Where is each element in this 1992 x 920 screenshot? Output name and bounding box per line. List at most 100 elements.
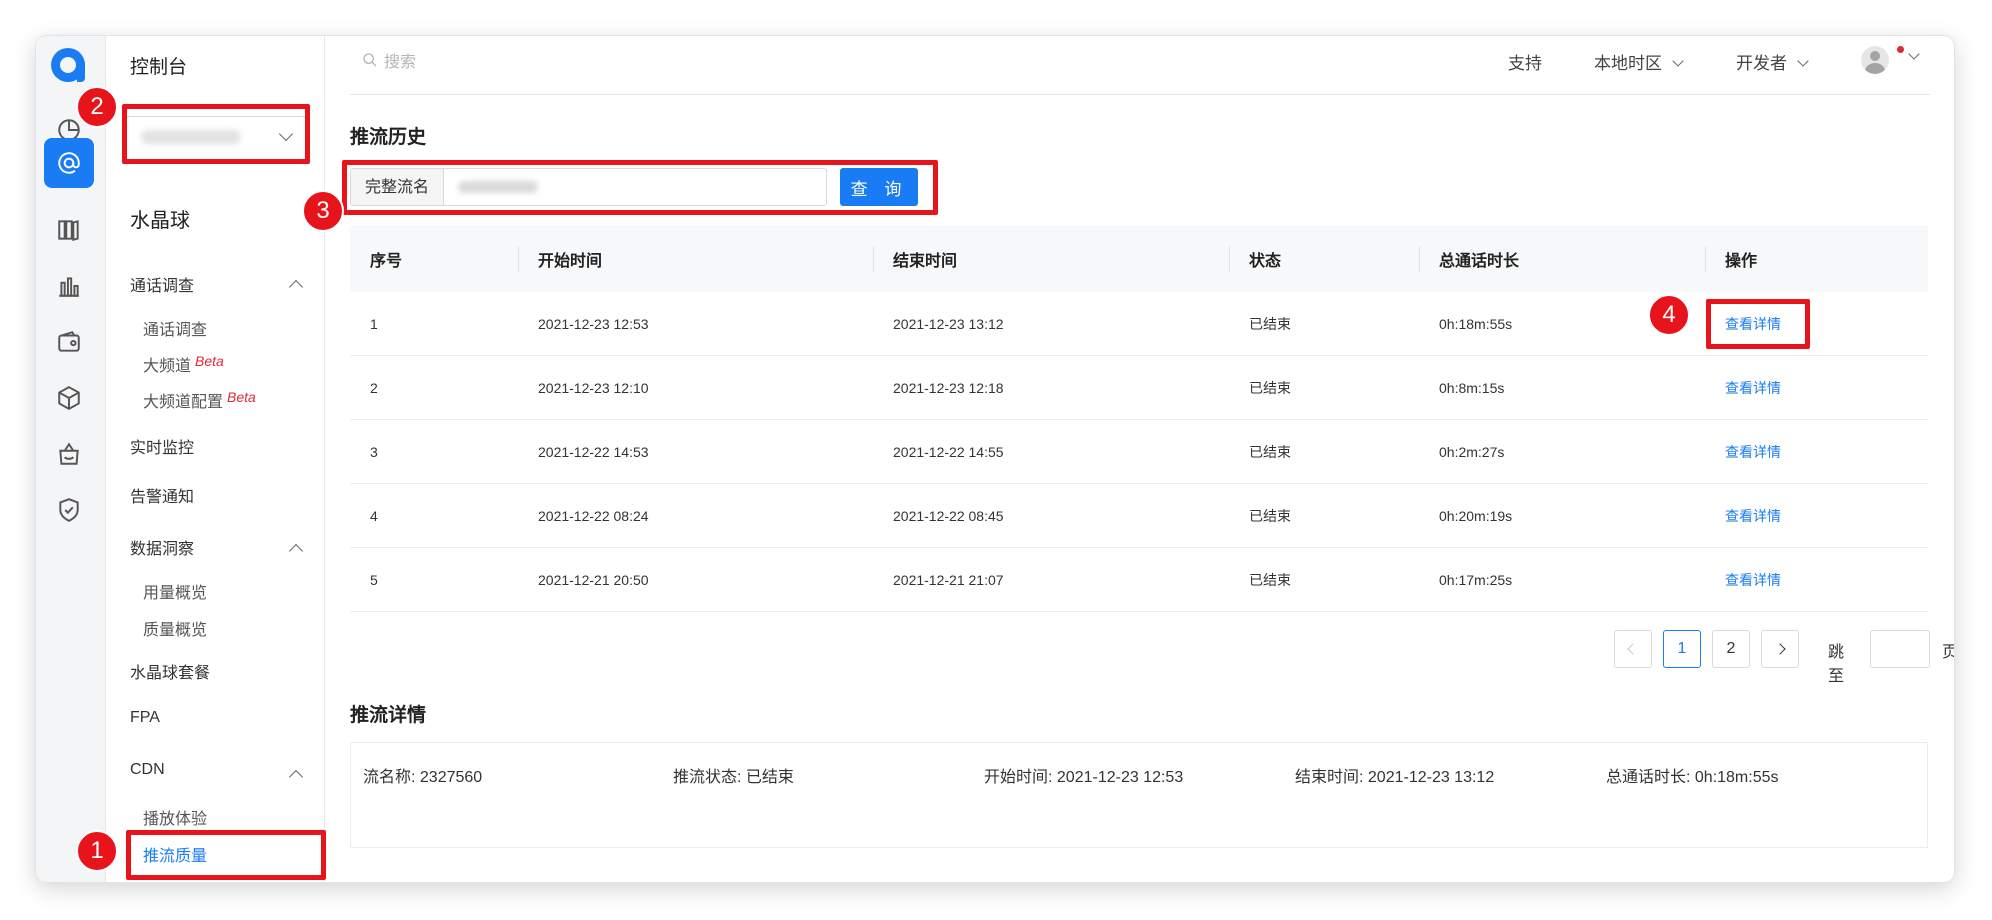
developer-dropdown[interactable]: 开发者 — [1736, 49, 1809, 74]
icon-rail — [36, 36, 106, 882]
notification-dot — [1897, 46, 1904, 53]
sidebar-item-package[interactable]: 水晶球套餐 — [130, 659, 210, 683]
book-icon[interactable] — [51, 212, 87, 248]
sidebar-item-quality-overview[interactable]: 质量概览 — [143, 616, 207, 640]
table-row: 2 2021-12-23 12:10 2021-12-23 12:18 已结束 … — [350, 355, 1928, 420]
sidebar-item-big-channel-config[interactable]: 大频道配置 Beta — [143, 388, 256, 412]
annotation-badge-1: 1 — [76, 830, 118, 872]
sidebar-item-big-channel[interactable]: 大频道 Beta — [143, 352, 224, 376]
cell-duration: 0h:8m:15s — [1439, 379, 1505, 396]
view-details-link[interactable]: 查看详情 — [1725, 444, 1781, 460]
annotation-badge-2: 2 — [76, 86, 118, 128]
search-icon — [363, 53, 377, 67]
sidebar-item-playback-experience[interactable]: 播放体验 — [143, 805, 207, 829]
column-header: 结束时间 — [893, 253, 958, 270]
column-header: 总通话时长 — [1439, 253, 1520, 270]
highlight-view-details — [1706, 299, 1810, 349]
cell-no: 3 — [370, 443, 378, 460]
cube-icon[interactable] — [51, 380, 87, 416]
chevron-down-icon — [1797, 55, 1809, 67]
sidebar-item-usage-overview[interactable]: 用量概览 — [143, 579, 207, 603]
column-header: 操作 — [1725, 253, 1758, 270]
jump-page-input[interactable] — [1870, 630, 1930, 668]
chevron-up-icon[interactable] — [288, 279, 304, 295]
next-page-button[interactable] — [1761, 630, 1799, 668]
annotation-badge-3: 3 — [302, 190, 344, 232]
sidebar-item-realtime-monitor[interactable]: 实时监控 — [130, 434, 194, 458]
chevron-left-icon — [1627, 643, 1639, 655]
history-table: 序号 开始时间 结束时间 状态 总通话时长 操作 1 2021-12-23 12… — [350, 226, 1928, 612]
bar-chart-icon[interactable] — [51, 268, 87, 304]
detail-total-duration: 总通话时长: 0h:18m:55s — [1606, 769, 1779, 786]
cell-end-time: 2021-12-21 21:07 — [893, 571, 1004, 588]
detail-end-time: 结束时间: 2021-12-23 13:12 — [1295, 769, 1495, 786]
cell-end-time: 2021-12-23 12:18 — [893, 379, 1004, 396]
highlight-app-selector — [122, 104, 310, 164]
bag-icon[interactable] — [51, 436, 87, 472]
cell-end-time: 2021-12-23 13:12 — [893, 315, 1004, 332]
product-title: 水晶球 — [130, 210, 190, 232]
detail-push-status: 推流状态: 已结束 — [673, 769, 794, 786]
highlight-push-quality — [126, 830, 326, 880]
chevron-right-icon — [1774, 643, 1786, 655]
table-row: 4 2021-12-22 08:24 2021-12-22 08:45 已结束 … — [350, 483, 1928, 548]
support-link[interactable]: 支持 — [1508, 49, 1542, 74]
cell-end-time: 2021-12-22 08:45 — [893, 507, 1004, 524]
table-row: 5 2021-12-21 20:50 2021-12-21 21:07 已结束 … — [350, 547, 1928, 612]
wallet-icon[interactable] — [51, 324, 87, 360]
top-bar: 搜索 支持 本地时区 开发者 — [350, 36, 1930, 95]
cell-start-time: 2021-12-23 12:53 — [538, 315, 649, 332]
detail-title: 推流详情 — [350, 705, 427, 726]
column-header: 状态 — [1249, 253, 1282, 270]
cell-status: 已结束 — [1249, 315, 1291, 332]
cell-status: 已结束 — [1249, 443, 1291, 460]
table-header-row: 序号 开始时间 结束时间 状态 总通话时长 操作 — [350, 226, 1928, 292]
prev-page-button[interactable] — [1614, 630, 1652, 668]
sidebar-group-data-insight[interactable]: 数据洞察 — [130, 535, 194, 559]
view-details-link[interactable]: 查看详情 — [1725, 508, 1781, 524]
cell-status: 已结束 — [1249, 571, 1291, 588]
cell-no: 5 — [370, 571, 378, 588]
chevron-up-icon[interactable] — [288, 543, 304, 559]
chevron-down-icon — [1672, 55, 1684, 67]
table-row: 1 2021-12-23 12:53 2021-12-23 13:12 已结束 … — [350, 292, 1928, 356]
sidebar-group-cdn[interactable]: CDN — [130, 761, 165, 779]
chevron-up-icon[interactable] — [288, 769, 304, 785]
cell-start-time: 2021-12-23 12:10 — [538, 379, 649, 396]
beta-badge: Beta — [195, 353, 224, 369]
view-details-link[interactable]: 查看详情 — [1725, 572, 1781, 588]
page-1-button[interactable]: 1 — [1663, 630, 1701, 668]
sidebar-item-call-investigation[interactable]: 通话调查 — [143, 316, 207, 340]
sidebar-item-alerts[interactable]: 告警通知 — [130, 483, 194, 507]
page-suffix: 页 — [1942, 644, 1954, 661]
cell-start-time: 2021-12-22 08:24 — [538, 507, 649, 524]
search-placeholder: 搜索 — [384, 54, 417, 71]
highlight-query-row — [342, 160, 938, 215]
at-sign-icon[interactable] — [44, 138, 94, 188]
cell-start-time: 2021-12-21 20:50 — [538, 571, 649, 588]
cell-status: 已结束 — [1249, 507, 1291, 524]
shield-check-icon[interactable] — [51, 492, 87, 528]
avatar[interactable] — [1861, 46, 1889, 74]
page-2-button[interactable]: 2 — [1712, 630, 1750, 668]
cell-status: 已结束 — [1249, 379, 1291, 396]
cell-duration: 0h:17m:25s — [1439, 571, 1513, 588]
cell-no: 2 — [370, 379, 378, 396]
cell-no: 1 — [370, 315, 378, 332]
cell-end-time: 2021-12-22 14:55 — [893, 443, 1004, 460]
cell-duration: 0h:2m:27s — [1439, 443, 1505, 460]
search-box[interactable]: 搜索 — [362, 48, 416, 72]
chevron-down-icon[interactable] — [1908, 48, 1920, 60]
annotation-badge-4: 4 — [1648, 294, 1690, 336]
view-details-link[interactable]: 查看详情 — [1725, 380, 1781, 396]
cell-start-time: 2021-12-22 14:53 — [538, 443, 649, 460]
sidebar-item-fpa[interactable]: FPA — [130, 709, 160, 727]
beta-badge: Beta — [227, 389, 256, 405]
column-header: 序号 — [370, 253, 403, 270]
detail-start-time: 开始时间: 2021-12-23 12:53 — [984, 769, 1184, 786]
timezone-dropdown[interactable]: 本地时区 — [1594, 49, 1684, 74]
table-row: 3 2021-12-22 14:53 2021-12-22 14:55 已结束 … — [350, 419, 1928, 484]
detail-stream-name: 流名称: 2327560 — [363, 769, 483, 786]
sidebar-group-call-investigation[interactable]: 通话调查 — [130, 272, 194, 296]
logo-icon[interactable] — [51, 48, 85, 82]
